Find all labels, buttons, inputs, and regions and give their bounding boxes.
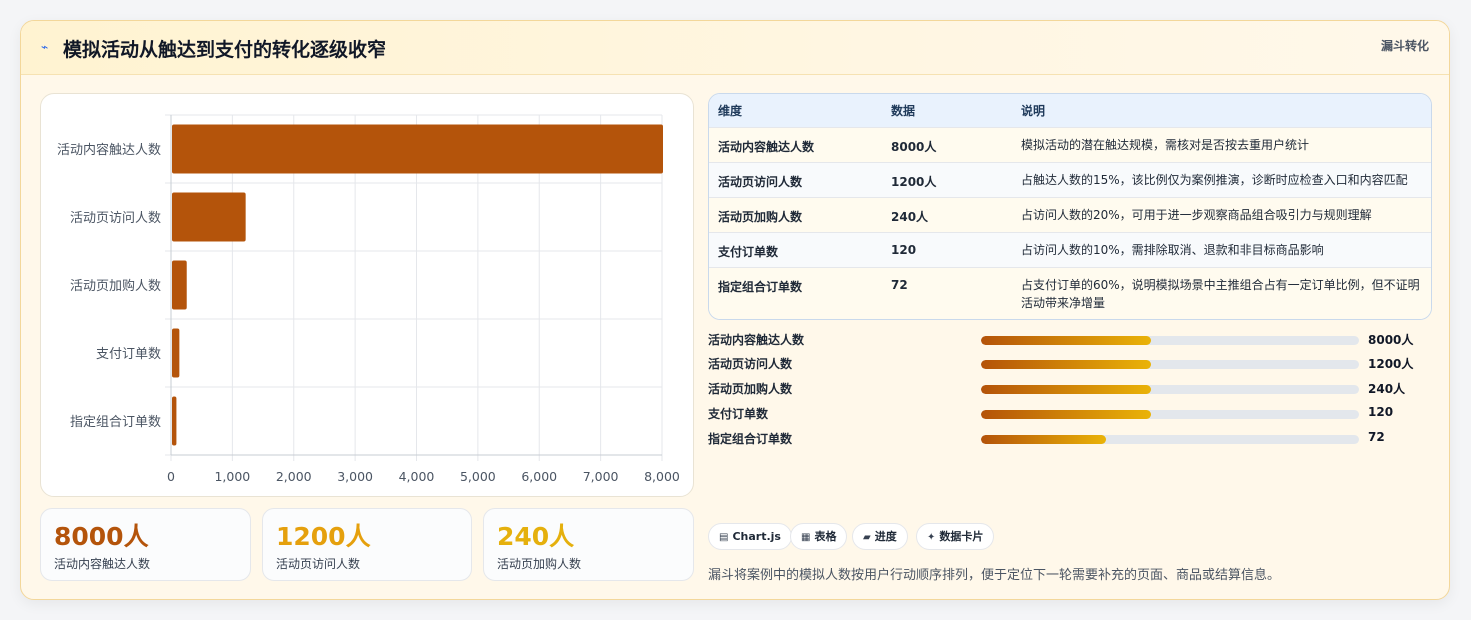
- bar: [172, 124, 663, 174]
- bar: [172, 328, 180, 378]
- progress-value: 120: [1368, 405, 1394, 419]
- bar: [172, 192, 246, 242]
- x-tick-label: 5,000: [460, 469, 496, 484]
- chart-icon: ▤: [719, 532, 729, 543]
- bar-chart-svg: 0 1,000 2,000 3,000 4,000 5,000 6,000 7,000 8,00…: [57, 114, 680, 484]
- y-category-label: 支付订单数: [96, 347, 161, 362]
- kpi-label: 活动页加购人数: [497, 557, 582, 571]
- progress-track: [981, 435, 1359, 444]
- column-header-dimension: 维度: [718, 103, 743, 118]
- progress-icon: ▰: [863, 532, 871, 543]
- chip-label: 数据卡片: [939, 530, 984, 543]
- x-tick-label: 1,000: [214, 469, 250, 484]
- kpi-card-reach: 8000人 活动内容触达人数: [40, 508, 251, 581]
- table-cell-data: 72: [891, 277, 908, 292]
- chip-label: 进度: [874, 530, 897, 543]
- chip-table[interactable]: ▦ 表格: [790, 523, 848, 550]
- kpi-label: 活动页访问人数: [276, 557, 361, 571]
- progress-row-reach: 活动内容触达人数 8000人: [708, 329, 1432, 349]
- kpi-value: 8000人: [54, 522, 149, 551]
- progress-label: 活动页加购人数: [708, 382, 793, 396]
- y-category-label: 活动页加购人数: [70, 278, 161, 294]
- progress-track: [981, 360, 1359, 369]
- table-cell-description: 占访问人数的10%，需排除取消、退款和非目标商品影响: [1021, 242, 1324, 257]
- funnel-card: ⌁ 模拟活动从触达到支付的转化逐级收窄 漏斗转化 0 1,000 2,000 3,00…: [20, 20, 1450, 600]
- card-header: ⌁ 模拟活动从触达到支付的转化逐级收窄 漏斗转化: [21, 21, 1449, 75]
- progress-fill: [981, 360, 1152, 369]
- x-tick-label: 3,000: [337, 469, 373, 484]
- funnel-table: 维度 数据 说明 活动内容触达人数 8000人 模拟活动的潜在触达规模，需核对是…: [708, 93, 1432, 320]
- progress-track: [981, 336, 1359, 345]
- progress-fill: [981, 410, 1152, 419]
- x-tick-label: 4,000: [399, 469, 435, 484]
- chip-label: 表格: [814, 530, 837, 543]
- sparkle-icon: ✦: [927, 532, 936, 543]
- page-title: 模拟活动从触达到支付的转化逐级收窄: [63, 39, 387, 61]
- table-cell-data: 120: [891, 242, 917, 257]
- progress-track: [981, 385, 1359, 394]
- bar: [172, 396, 177, 446]
- x-tick-label: 6,000: [521, 469, 557, 484]
- kpi-card-visit: 1200人 活动页访问人数: [262, 508, 472, 581]
- column-header-data: 数据: [891, 103, 916, 118]
- table-row: 活动内容触达人数 8000人 模拟活动的潜在触达规模，需核对是否按去重用户统计: [709, 127, 1431, 162]
- y-category-label: 活动内容触达人数: [57, 142, 161, 158]
- header-tag: 漏斗转化: [1380, 39, 1429, 53]
- table-cell-dimension: 活动内容触达人数: [718, 139, 815, 154]
- chip-chartjs[interactable]: ▤ Chart.js: [708, 523, 792, 550]
- progress-label: 支付订单数: [708, 407, 769, 421]
- column-header-description: 说明: [1021, 103, 1046, 118]
- table-row: 活动页加购人数 240人 占访问人数的20%，可用于进一步观察商品组合吸引力与规…: [709, 197, 1431, 232]
- progress-row-combo: 指定组合订单数 72: [708, 428, 1432, 448]
- x-tick-label: 2,000: [276, 469, 312, 484]
- table-cell-dimension: 活动页访问人数: [718, 174, 803, 189]
- table-cell-dimension: 指定组合订单数: [718, 279, 803, 294]
- y-category-label: 指定组合订单数: [70, 415, 161, 430]
- table-cell-dimension: 支付订单数: [718, 244, 779, 259]
- kpi-value: 240人: [497, 522, 575, 551]
- table-row: 指定组合订单数 72 占支付订单的60%，说明模拟场景中主推组合占有一定订单比例…: [709, 267, 1431, 319]
- table-cell-description: 占触达人数的15%，该比例仅为案例推演，诊断时应检查入口和内容匹配: [1021, 172, 1408, 187]
- kpi-value: 1200人: [276, 522, 371, 551]
- kpi-label: 活动内容触达人数: [54, 557, 151, 571]
- progress-value: 8000人: [1368, 333, 1414, 347]
- progress-value: 72: [1368, 430, 1385, 444]
- table-cell-data: 240人: [891, 209, 929, 224]
- progress-label: 活动页访问人数: [708, 357, 793, 371]
- progress-row-visit: 活动页访问人数 1200人: [708, 353, 1432, 373]
- progress-label: 活动内容触达人数: [708, 333, 805, 347]
- table-cell-description: 占支付订单的60%，说明模拟场景中主推组合占有一定订单比例，但不证明活动带来净增…: [1021, 277, 1420, 310]
- progress-label: 指定组合订单数: [708, 432, 793, 446]
- table-row: 支付订单数 120 占访问人数的10%，需排除取消、退款和非目标商品影响: [709, 232, 1431, 267]
- progress-row-paid: 支付订单数 120: [708, 403, 1432, 423]
- table-header-row: 维度 数据 说明: [709, 94, 1431, 127]
- footnote: 漏斗将案例中的模拟人数按用户行动顺序排列，便于定位下一轮需要补充的页面、商品或结…: [708, 568, 1281, 583]
- progress-row-cart: 活动页加购人数 240人: [708, 378, 1432, 398]
- y-category-label: 活动页访问人数: [70, 211, 161, 226]
- progress-track: [981, 410, 1359, 419]
- table-cell-data: 8000人: [891, 139, 937, 154]
- chip-progress[interactable]: ▰ 进度: [852, 523, 908, 550]
- funnel-bar-chart: 0 1,000 2,000 3,000 4,000 5,000 6,000 7,000 8,00…: [40, 93, 694, 497]
- chip-data-card[interactable]: ✦ 数据卡片: [916, 523, 995, 550]
- x-tick-label: 7,000: [583, 469, 619, 484]
- table-icon: ▦: [801, 532, 811, 543]
- progress-fill: [981, 336, 1152, 345]
- x-tick-label: 8,000: [644, 469, 680, 484]
- bar: [172, 260, 187, 310]
- table-row: 活动页访问人数 1200人 占触达人数的15%，该比例仅为案例推演，诊断时应检查…: [709, 162, 1431, 197]
- progress-value: 240人: [1368, 382, 1406, 396]
- table-cell-dimension: 活动页加购人数: [718, 209, 803, 224]
- table-cell-description: 占访问人数的20%，可用于进一步观察商品组合吸引力与规则理解: [1021, 207, 1372, 222]
- x-tick-label: 0: [167, 469, 175, 484]
- trend-icon: ⌁: [41, 40, 49, 54]
- progress-fill: [981, 385, 1152, 394]
- progress-value: 1200人: [1368, 357, 1414, 371]
- table-cell-description: 模拟活动的潜在触达规模，需核对是否按去重用户统计: [1021, 137, 1310, 152]
- table-cell-data: 1200人: [891, 174, 937, 189]
- kpi-card-cart: 240人 活动页加购人数: [483, 508, 694, 581]
- progress-fill: [981, 435, 1106, 444]
- chip-label: Chart.js: [732, 530, 781, 543]
